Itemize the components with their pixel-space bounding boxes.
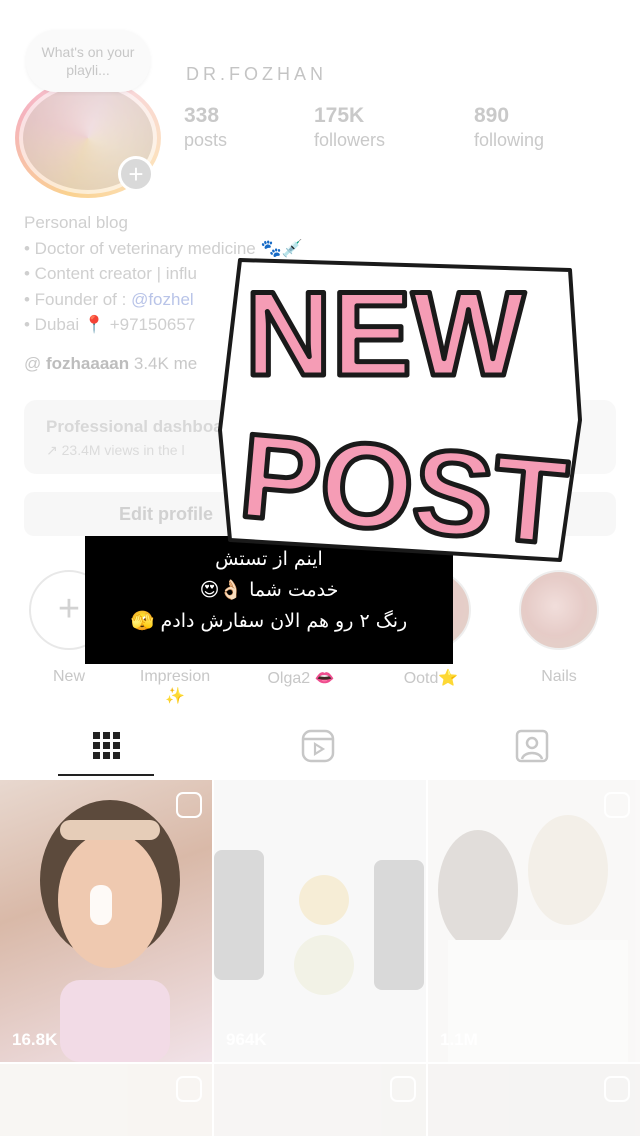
stat-following[interactable]: 890 following <box>474 104 544 151</box>
reels-icon[interactable] <box>298 726 338 766</box>
grid-post[interactable] <box>0 1064 212 1136</box>
stat-label: followers <box>314 130 386 150</box>
profile-tabs <box>0 718 640 776</box>
view-count: 1.1M <box>440 1030 478 1049</box>
highlight-label: Nails <box>541 668 577 685</box>
note-text: What's on your playli... <box>41 44 135 78</box>
highlight-cover <box>519 570 599 650</box>
new-post-sticker[interactable]: NEW POST <box>210 240 590 570</box>
carousel-icon <box>604 1076 630 1102</box>
grid-post[interactable]: 964K <box>214 780 426 1062</box>
highlight-label: Olga2 👄 <box>267 670 335 687</box>
grid-post[interactable]: 16.8K <box>0 780 212 1062</box>
stat-label: posts <box>184 130 228 150</box>
active-tab-indicator <box>58 774 154 776</box>
caption-line: خدمت شما 👌🏻😍 <box>199 579 339 601</box>
tagged-icon[interactable] <box>512 726 552 766</box>
grid-icon[interactable] <box>87 726 127 766</box>
highlight-label: New <box>52 668 85 685</box>
sticker-word-post: POST <box>235 408 572 570</box>
dashboard-subtitle: ↗ 23.4M views in the l <box>46 442 185 458</box>
stat-followers[interactable]: 175K followers <box>314 104 385 151</box>
post-thumbnail <box>214 850 424 995</box>
highlight-item[interactable]: Nails <box>516 570 602 686</box>
grid-post[interactable] <box>428 1064 640 1136</box>
threads-suffix: 3.4K me <box>133 354 198 373</box>
dashboard-title: Professional dashboa <box>46 417 223 436</box>
edit-profile-label: Edit profile <box>119 504 213 524</box>
post-thumbnail <box>438 815 628 1062</box>
stat-number: 338 <box>184 104 220 127</box>
threads-icon: @ <box>24 354 42 373</box>
bio-mention-link[interactable]: @fozhel <box>131 290 194 309</box>
note-bubble[interactable]: What's on your playli... <box>26 30 150 92</box>
highlight-label: Impresion ✨ <box>139 668 211 705</box>
sticker-word-new: NEW <box>245 267 526 401</box>
bio-category: Personal blog <box>24 213 128 232</box>
view-count: 16.8K <box>12 1030 58 1049</box>
threads-badge[interactable]: @ fozhaaaan 3.4K me <box>24 354 197 374</box>
add-story-icon[interactable]: + <box>118 156 154 192</box>
post-thumbnail <box>40 800 180 1062</box>
bio-line-prefix: • Founder of : <box>24 289 132 309</box>
stat-posts[interactable]: 338 posts <box>184 104 227 151</box>
grid-post[interactable]: 1.1M <box>428 780 640 1062</box>
grid-post[interactable] <box>214 1064 426 1136</box>
reel-icon <box>176 792 202 818</box>
reel-icon <box>176 1076 202 1102</box>
reel-icon <box>604 792 630 818</box>
stat-label: following <box>474 130 545 150</box>
threads-handle: fozhaaaan <box>46 354 130 373</box>
view-count: 964K <box>226 1030 267 1049</box>
stat-number: 890 <box>474 104 510 127</box>
carousel-icon <box>390 1076 416 1102</box>
stat-number: 175K <box>314 104 365 127</box>
username: DR.FOZHAN <box>186 64 327 84</box>
caption-line: رنگ ۲ رو هم الان سفارش دادم 🫣 <box>130 610 408 632</box>
highlight-label: Ootd⭐️ <box>403 670 459 687</box>
